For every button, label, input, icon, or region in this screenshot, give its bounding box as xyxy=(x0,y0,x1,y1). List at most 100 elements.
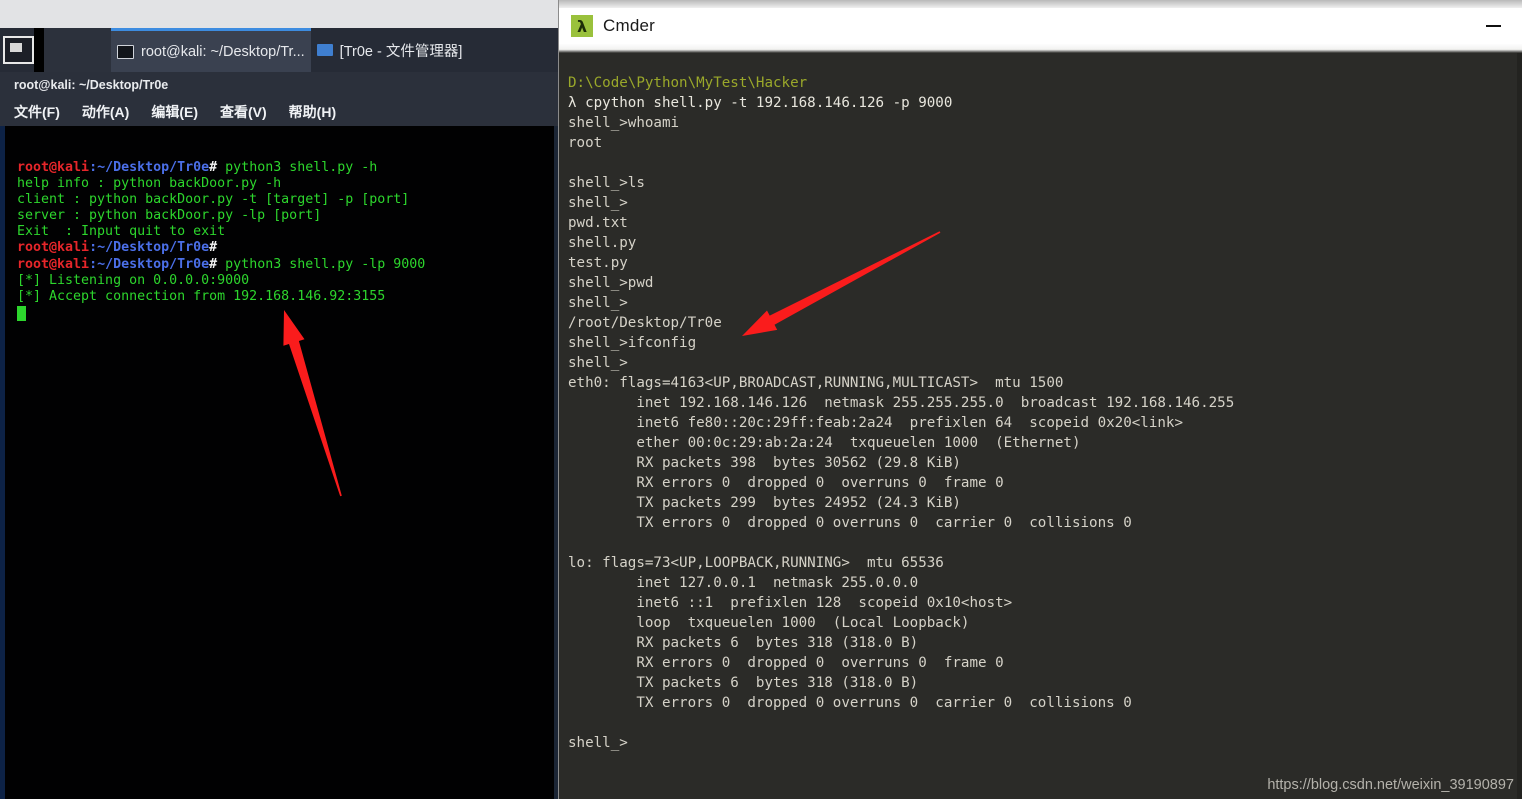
cmder-output-text: shell_> xyxy=(568,195,628,211)
cmder-console-line: pwd.txt xyxy=(568,213,1234,233)
cmder-title: Cmder xyxy=(603,16,655,36)
prompt-command: python3 shell.py -h xyxy=(225,160,377,175)
minimize-icon xyxy=(1486,25,1501,27)
cmder-console-line xyxy=(568,153,1234,173)
cmder-console-line: RX packets 398 bytes 30562 (29.8 KiB) xyxy=(568,453,1234,473)
cmder-path-text: D:\Code\Python\MyTest\Hacker xyxy=(568,75,807,91)
prompt-user: root@kali xyxy=(17,257,89,272)
kali-terminal-window: root@kali: ~/Desktop/Tr... [Tr0e - 文件管理器… xyxy=(0,28,558,799)
prompt-sign: # xyxy=(209,240,217,255)
cmder-console-line: TX packets 299 bytes 24952 (24.3 KiB) xyxy=(568,493,1234,513)
cmder-output-text: pwd.txt xyxy=(568,215,628,231)
cmder-output-text: TX packets 299 bytes 24952 (24.3 KiB) xyxy=(568,495,961,511)
cmder-console-line: TX errors 0 dropped 0 overruns 0 carrier… xyxy=(568,513,1234,533)
kali-terminal-line: help info : python backDoor.py -h xyxy=(17,176,425,192)
kali-left-edge xyxy=(0,126,5,799)
terminal-output-text: [*] Accept connection from 192.168.146.9… xyxy=(17,289,385,304)
taskbar-item-filemanager[interactable]: [Tr0e - 文件管理器] xyxy=(311,28,469,72)
terminal-icon xyxy=(117,45,134,59)
folder-icon xyxy=(317,44,333,56)
menu-item-help[interactable]: 帮助(H) xyxy=(289,102,336,122)
kali-taskbar: root@kali: ~/Desktop/Tr... [Tr0e - 文件管理器… xyxy=(0,28,558,72)
taskbar-item-terminal[interactable]: root@kali: ~/Desktop/Tr... xyxy=(111,28,311,72)
cmder-window: λ Cmder D:\Code\Python\MyTest\Hacker λ cp… xyxy=(558,0,1522,799)
cmder-output-text: inet 127.0.0.1 netmask 255.0.0.0 xyxy=(568,575,918,591)
cmder-console-line: inet 192.168.146.126 netmask 255.255.255… xyxy=(568,393,1234,413)
cmder-output-text: /root/Desktop/Tr0e xyxy=(568,315,722,331)
cmder-output-text: shell_>ls xyxy=(568,175,645,191)
terminal-output-text: Exit : Input quit to exit xyxy=(17,224,225,239)
cmder-output-text: ether 00:0c:29:ab:2a:24 txqueuelen 1000 … xyxy=(568,435,1081,451)
taskbar-item-terminal-label: root@kali: ~/Desktop/Tr... xyxy=(141,44,305,60)
cmder-output-text xyxy=(568,535,577,551)
cmder-console-line: loop txqueuelen 1000 (Local Loopback) xyxy=(568,613,1234,633)
kali-terminal-line: [*] Accept connection from 192.168.146.9… xyxy=(17,289,425,305)
minimize-button[interactable] xyxy=(1470,16,1516,36)
cmder-console-line: shell_> xyxy=(568,353,1234,373)
watermark: https://blog.csdn.net/weixin_39190897 xyxy=(1267,777,1514,793)
cmder-output-text: inet6 fe80::20c:29ff:feab:2a24 prefixlen… xyxy=(568,415,1183,431)
cmder-output-text: test.py xyxy=(568,255,628,271)
cmder-console-line: RX errors 0 dropped 0 overruns 0 frame 0 xyxy=(568,653,1234,673)
cmder-console-line: root xyxy=(568,133,1234,153)
kali-terminal-lines: root@kali:~/Desktop/Tr0e# python3 shell.… xyxy=(17,160,425,322)
menu-item-view[interactable]: 查看(V) xyxy=(220,102,267,122)
kali-terminal-line: root@kali:~/Desktop/Tr0e# python3 shell.… xyxy=(17,257,425,273)
terminal-launcher-icon[interactable] xyxy=(3,36,34,64)
kali-terminal-line: root@kali:~/Desktop/Tr0e# xyxy=(17,240,425,256)
cmder-console-area[interactable]: D:\Code\Python\MyTest\Hacker λ cpython sh… xyxy=(559,53,1522,799)
cmder-output-text: RX packets 6 bytes 318 (318.0 B) xyxy=(568,635,918,651)
cmder-output-text: shell_>pwd xyxy=(568,275,653,291)
terminal-cursor xyxy=(17,306,26,321)
cmder-output-text: TX errors 0 dropped 0 overruns 0 carrier… xyxy=(568,515,1132,531)
cmder-output-text: TX errors 0 dropped 0 overruns 0 carrier… xyxy=(568,695,1132,711)
cmder-console-line: inet6 ::1 prefixlen 128 scopeid 0x10<hos… xyxy=(568,593,1234,613)
cmder-console-line: RX packets 6 bytes 318 (318.0 B) xyxy=(568,633,1234,653)
cmder-console-line: λ cpython shell.py -t 192.168.146.126 -p… xyxy=(568,93,1234,113)
cmder-output-text: lo: flags=73<UP,LOOPBACK,RUNNING> mtu 65… xyxy=(568,555,944,571)
cmder-console-line: shell_>ifconfig xyxy=(568,333,1234,353)
menu-item-edit[interactable]: 编辑(E) xyxy=(151,102,198,122)
prompt-user: root@kali xyxy=(17,240,89,255)
cmder-output-text: TX packets 6 bytes 318 (318.0 B) xyxy=(568,675,918,691)
taskbar-item-filemanager-label: [Tr0e - 文件管理器] xyxy=(340,40,463,61)
kali-terminal-line: server : python backDoor.py -lp [port] xyxy=(17,208,425,224)
prompt-sign: # xyxy=(209,257,225,272)
cmder-output-text: shell_> xyxy=(568,355,628,371)
kali-terminal-line: client : python backDoor.py -t [target] … xyxy=(17,192,425,208)
cmder-console-line: inet 127.0.0.1 netmask 255.0.0.0 xyxy=(568,573,1234,593)
cmder-output-text: RX errors 0 dropped 0 overruns 0 frame 0 xyxy=(568,475,1004,491)
cmder-console-line: RX errors 0 dropped 0 overruns 0 frame 0 xyxy=(568,473,1234,493)
cmder-console-line: shell.py xyxy=(568,233,1234,253)
cmder-console-line: shell_>whoami xyxy=(568,113,1234,133)
cmder-output-text: inet6 ::1 prefixlen 128 scopeid 0x10<hos… xyxy=(568,595,1012,611)
kali-window-title: root@kali: ~/Desktop/Tr0e xyxy=(14,78,168,92)
cmder-console-line: TX errors 0 dropped 0 overruns 0 carrier… xyxy=(568,693,1234,713)
cmder-titlebar[interactable]: λ Cmder xyxy=(559,8,1522,44)
cmder-output-text: eth0: flags=4163<UP,BROADCAST,RUNNING,MU… xyxy=(568,375,1063,391)
kali-terminal-line xyxy=(17,306,425,322)
cmder-console-line: shell_> xyxy=(568,733,1234,753)
kali-terminal-line: root@kali:~/Desktop/Tr0e# python3 shell.… xyxy=(17,160,425,176)
cmder-console-line: D:\Code\Python\MyTest\Hacker xyxy=(568,73,1234,93)
terminal-output-text: help info : python backDoor.py -h xyxy=(17,176,281,191)
menu-item-actions[interactable]: 动作(A) xyxy=(82,102,129,122)
prompt-path: :~/Desktop/Tr0e xyxy=(89,160,209,175)
prompt-command: python3 shell.py -lp 9000 xyxy=(225,257,425,272)
cmder-scrollbar[interactable] xyxy=(1517,53,1522,799)
cmder-console-line: shell_>ls xyxy=(568,173,1234,193)
cmder-console-line: shell_> xyxy=(568,293,1234,313)
cmder-output-text: loop txqueuelen 1000 (Local Loopback) xyxy=(568,615,969,631)
cmder-console-line: test.py xyxy=(568,253,1234,273)
cmder-output-text: shell_>ifconfig xyxy=(568,335,696,351)
prompt-sign: # xyxy=(209,160,225,175)
cmder-output-text: RX errors 0 dropped 0 overruns 0 frame 0 xyxy=(568,655,1004,671)
cmder-command-text: λ cpython shell.py -t 192.168.146.126 -p… xyxy=(568,95,952,111)
cmder-output-text: shell_> xyxy=(568,735,628,751)
kali-terminal-output-area[interactable]: root@kali:~/Desktop/Tr0e# python3 shell.… xyxy=(0,126,558,799)
cmder-console-line xyxy=(568,533,1234,553)
cmder-output-text: shell.py xyxy=(568,235,636,251)
cmder-output-text: RX packets 398 bytes 30562 (29.8 KiB) xyxy=(568,455,961,471)
terminal-output-text: client : python backDoor.py -t [target] … xyxy=(17,192,409,207)
menu-item-file[interactable]: 文件(F) xyxy=(14,102,60,122)
